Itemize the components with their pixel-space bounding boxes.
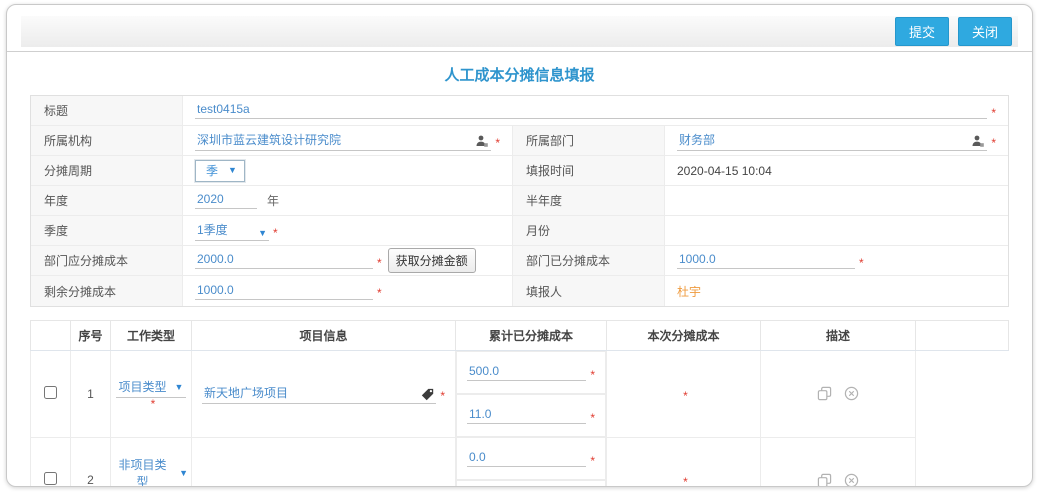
dept-label: 所属部门 — [513, 126, 665, 156]
work-type-select[interactable]: 非项目类型 ▼ — [111, 456, 191, 487]
chevron-down-icon: ▼ — [179, 468, 188, 478]
current-cost-input[interactable]: 11.0 — [467, 407, 586, 424]
col-header-current-cost: 本次分摊成本 — [607, 321, 761, 351]
chevron-down-icon: ▼ — [258, 228, 267, 238]
toolbar-divider — [7, 51, 1032, 52]
project-info-input[interactable]: 新天地广场项目 — [202, 384, 436, 404]
required-asterisk: * — [991, 136, 996, 150]
quarter-label: 季度 — [31, 216, 183, 246]
fill-time-label: 填报时间 — [513, 156, 665, 186]
required-asterisk: * — [273, 226, 278, 240]
required-asterisk: * — [377, 256, 382, 270]
col-header-description: 描述 — [761, 321, 916, 351]
chevron-down-icon: ▼ — [228, 165, 237, 175]
form-window: 提交 关闭 人工成本分摊信息填报 标题 test0415a * 所属机构 深圳市… — [6, 4, 1033, 487]
cycle-label: 分摊周期 — [31, 156, 183, 186]
row-checkbox[interactable] — [44, 472, 57, 485]
fill-time-cell: 2020-04-15 10:04 — [665, 156, 1008, 186]
close-button[interactable]: 关闭 — [958, 17, 1012, 46]
toolbar: 提交 关闭 — [21, 16, 1018, 47]
table-row: 2 非项目类型 ▼ * 0.0 — [31, 437, 1009, 487]
fill-time-value: 2020-04-15 10:04 — [677, 164, 772, 178]
submit-button[interactable]: 提交 — [895, 17, 949, 46]
col-header-project-info: 项目信息 — [192, 321, 456, 351]
required-asterisk: * — [628, 479, 743, 485]
year-field-cell: 2020 年 — [183, 186, 513, 216]
col-header-no: 序号 — [71, 321, 111, 351]
grid-header-row: 序号 工作类型 项目信息 累计已分摊成本 本次分摊成本 描述 — [31, 321, 1009, 351]
required-asterisk: * — [495, 136, 500, 150]
cycle-field-cell: 季 ▼ — [183, 156, 513, 186]
select-user-icon[interactable] — [971, 135, 985, 148]
required-asterisk: * — [991, 106, 996, 120]
remaining-label: 剩余分摊成本 — [31, 276, 183, 306]
cycle-select[interactable]: 季 ▼ — [195, 160, 245, 182]
required-asterisk: * — [859, 256, 864, 270]
filler-cell: 杜宇 — [665, 276, 1008, 306]
filler-label: 填报人 — [513, 276, 665, 306]
title-field-cell: test0415a * — [183, 96, 1008, 126]
row-number: 1 — [71, 351, 111, 438]
dept-allocated-cell: 1000.0 * — [665, 246, 1008, 276]
fetch-allocation-button[interactable]: 获取分摊金额 — [388, 248, 476, 273]
col-header-actions — [916, 321, 1009, 351]
year-suffix: 年 — [267, 192, 279, 209]
required-asterisk: * — [377, 286, 382, 300]
tag-icon[interactable] — [421, 388, 434, 401]
col-header-work-type: 工作类型 — [111, 321, 192, 351]
required-asterisk: * — [590, 454, 595, 468]
copy-row-icon[interactable] — [817, 386, 832, 401]
remaining-input[interactable]: 1000.0 — [195, 283, 373, 300]
required-asterisk: * — [590, 411, 595, 425]
col-header-cumulative-cost: 累计已分摊成本 — [456, 321, 607, 351]
dept-allocated-input[interactable]: 1000.0 — [677, 252, 855, 269]
required-asterisk: * — [590, 368, 595, 382]
month-label: 月份 — [513, 216, 665, 246]
dept-cost-cell: 2000.0 * 获取分摊金额 — [183, 246, 513, 276]
month-cell — [665, 216, 1008, 246]
row-number: 2 — [71, 437, 111, 487]
required-asterisk: * — [440, 389, 445, 403]
copy-row-icon[interactable] — [817, 473, 832, 487]
delete-row-icon[interactable] — [844, 473, 859, 487]
main-form: 标题 test0415a * 所属机构 深圳市蓝云建筑设计研究院 * 所属部门 … — [30, 95, 1009, 307]
dept-cost-label: 部门应分摊成本 — [31, 246, 183, 276]
dept-allocated-label: 部门已分摊成本 — [513, 246, 665, 276]
half-year-cell — [665, 186, 1008, 216]
title-label: 标题 — [31, 96, 183, 126]
delete-row-icon[interactable] — [844, 386, 859, 401]
remaining-cell: 1000.0 * — [183, 276, 513, 306]
select-all-header — [31, 321, 71, 351]
title-input[interactable]: test0415a — [195, 102, 987, 119]
quarter-select[interactable]: 1季度 ▼ — [195, 221, 269, 241]
select-user-icon[interactable] — [475, 135, 489, 148]
chevron-down-icon: ▼ — [175, 382, 184, 392]
row-checkbox[interactable] — [44, 386, 57, 399]
org-input[interactable]: 深圳市蓝云建筑设计研究院 — [195, 131, 491, 151]
project-info-empty-cell — [192, 437, 456, 487]
year-input[interactable]: 2020 — [195, 192, 257, 209]
cumulative-cost-input[interactable]: 0.0 — [467, 450, 586, 467]
org-field-cell: 深圳市蓝云建筑设计研究院 * — [183, 126, 513, 156]
required-asterisk: * — [120, 401, 187, 407]
filler-value: 杜宇 — [677, 283, 701, 300]
dept-field-cell: 财务部 * — [665, 126, 1008, 156]
cumulative-cost-input[interactable]: 500.0 — [467, 364, 586, 381]
table-row: 1 项目类型 ▼ * 新天地广场项目 — [31, 351, 1009, 438]
page-title: 人工成本分摊信息填报 — [7, 64, 1032, 85]
dept-cost-input[interactable]: 2000.0 — [195, 252, 373, 269]
required-asterisk: * — [628, 393, 743, 399]
org-label: 所属机构 — [31, 126, 183, 156]
half-year-label: 半年度 — [513, 186, 665, 216]
year-label: 年度 — [31, 186, 183, 216]
detail-grid: 序号 工作类型 项目信息 累计已分摊成本 本次分摊成本 描述 1 — [30, 320, 1009, 487]
work-type-select[interactable]: 项目类型 ▼ — [116, 378, 187, 398]
quarter-field-cell: 1季度 ▼ * — [183, 216, 513, 246]
dept-input[interactable]: 财务部 — [677, 131, 987, 151]
